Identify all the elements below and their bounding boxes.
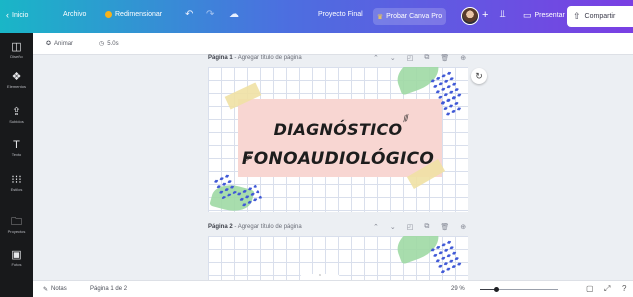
duplicate-page-icon[interactable]: ⧉ xyxy=(424,223,429,231)
share-button[interactable]: ⇧ Compartir xyxy=(567,6,633,27)
animate-label: Animar xyxy=(54,40,74,47)
chevron-down-icon[interactable]: ⌄ xyxy=(390,54,396,62)
undo-icon[interactable]: ↶ xyxy=(185,9,193,20)
zoom-slider[interactable] xyxy=(480,287,558,292)
sidebar-item-label: Estilos xyxy=(10,187,23,192)
page-number: Página 2 xyxy=(208,224,233,230)
sidebar-item-uploads[interactable]: ⇪ Subidos xyxy=(0,106,33,124)
chevron-up-icon[interactable]: ⌃ xyxy=(373,54,379,62)
sidebar-item-label: Diseño xyxy=(10,54,23,59)
design-page-2[interactable] xyxy=(208,236,468,280)
chevron-up-icon[interactable]: ⌃ xyxy=(373,223,379,231)
home-label: Inicio xyxy=(12,12,29,19)
file-menu[interactable]: Archivo xyxy=(63,11,86,18)
file-label: Archivo xyxy=(63,11,87,18)
top-bar: ‹ Inicio Archivo Redimensionar ↶ ↷ ☁ Pro… xyxy=(0,0,633,33)
page-header: Página 1 - Agregar título de página ⌃ ⌄ … xyxy=(208,54,468,65)
redo-icon[interactable]: ↷ xyxy=(206,9,214,20)
upload-icon: ⇪ xyxy=(11,106,22,118)
hide-page-icon[interactable]: ◰ xyxy=(407,223,414,231)
chevron-down-icon[interactable]: ⌄ xyxy=(390,223,396,231)
editor-toolbar: ✪ Animar ◷ 5.0s xyxy=(33,33,633,55)
clock-icon: ◷ xyxy=(99,41,105,47)
present-label: Presentar xyxy=(534,12,565,19)
notes-label: Notas xyxy=(51,286,67,292)
page-number: Página 1 xyxy=(208,55,233,61)
add-page-icon[interactable]: ⊕ xyxy=(460,54,466,62)
resize-button[interactable]: Redimensionar xyxy=(105,11,162,18)
animate-button[interactable]: ✪ Animar xyxy=(46,40,74,48)
sidebar-item-label: Proyectos xyxy=(7,229,26,234)
sidebar-item-label: Texto xyxy=(11,152,22,157)
layout-icon: ◫ xyxy=(11,41,22,53)
refresh-icon[interactable]: ↻ xyxy=(471,68,487,84)
try-pro-button[interactable]: ♛ Probar Canva Pro xyxy=(373,8,446,25)
crown-icon: ♛ xyxy=(376,13,384,21)
share-icon: ⇧ xyxy=(573,11,581,21)
shapes-icon: ❖ xyxy=(11,71,22,83)
photos-icon: ▣ xyxy=(11,249,22,261)
present-icon: ▭ xyxy=(523,10,532,20)
zoom-slider-knob[interactable] xyxy=(494,287,500,292)
help-icon[interactable]: ? xyxy=(622,284,626,293)
resize-label: Redimensionar xyxy=(115,11,163,18)
present-button[interactable]: ▭ Presentar xyxy=(523,11,565,20)
notes-icon: ✎ xyxy=(43,287,49,293)
sidebar-item-design[interactable]: ◫ Diseño xyxy=(0,41,33,59)
project-name[interactable]: Proyecto Final xyxy=(318,11,363,18)
bottom-bar: ✎ Notas Página 1 de 2 29 % ▢ ⤢ ? xyxy=(33,280,633,297)
sidebar-item-label: Fotos xyxy=(11,262,22,267)
page-tools: ⌃ ⌄ ◰ ⧉ 🗑 ⊕ xyxy=(373,54,466,62)
animate-icon: ✪ xyxy=(46,41,52,47)
page-tools: ⌃ ⌄ ◰ ⧉ 🗑 ⊕ xyxy=(373,223,466,231)
page-title[interactable]: Página 2 - Agregar título de página xyxy=(208,224,302,230)
folder-icon: 🗀 xyxy=(11,216,22,228)
sidebar-item-label: Subidos xyxy=(9,119,24,124)
fullscreen-icon[interactable]: ⤢ xyxy=(604,284,610,294)
design-title-line-1[interactable]: DIAGNÓSTICO xyxy=(208,120,468,139)
delete-page-icon[interactable]: 🗑 xyxy=(440,223,449,231)
sidebar-item-elements[interactable]: ❖ Elementos xyxy=(0,71,33,89)
zoom-level: 29 % xyxy=(451,286,465,292)
duplicate-page-icon[interactable]: ⧉ xyxy=(424,54,429,62)
duration-button[interactable]: ◷ 5.0s xyxy=(99,40,119,48)
grid-view-icon[interactable]: ▢ xyxy=(586,284,594,293)
delete-page-icon[interactable]: 🗑 xyxy=(440,54,449,62)
page-title-placeholder: - Agregar título de página xyxy=(232,55,302,61)
notes-button[interactable]: ✎ Notas xyxy=(43,286,67,293)
avatar[interactable] xyxy=(461,7,479,25)
canvas-area: Página 1 - Agregar título de página ⌃ ⌄ … xyxy=(33,54,633,280)
share-label: Compartir xyxy=(584,13,616,20)
add-page-icon[interactable]: ⊕ xyxy=(460,223,466,231)
sidebar-item-styles[interactable]: ⁝⁝⁝ Estilos xyxy=(0,174,33,192)
chevron-left-icon: ‹ xyxy=(6,10,9,20)
page-title-placeholder: - Agregar título de página xyxy=(232,224,302,230)
design-page-1[interactable]: DIAGNÓSTICO FONOAUDIOLÓGICO ⁄⁄⁄ ⁄⁄⁄ xyxy=(208,67,468,212)
left-sidebar: ◫ Diseño ❖ Elementos ⇪ Subidos T Texto ⁝… xyxy=(0,33,33,297)
hide-page-icon[interactable]: ◰ xyxy=(407,54,414,62)
sidebar-item-projects[interactable]: 🗀 Proyectos xyxy=(0,216,33,234)
page-header: Página 2 - Agregar título de página ⌃ ⌄ … xyxy=(208,223,468,234)
duration-label: 5.0s xyxy=(107,40,119,47)
add-collaborator-icon[interactable]: + xyxy=(482,9,488,21)
cloud-saved-icon[interactable]: ☁ xyxy=(229,9,239,20)
home-button[interactable]: ‹ Inicio xyxy=(6,11,28,20)
sidebar-item-photos[interactable]: ▣ Fotos xyxy=(0,249,33,267)
project-name-label: Proyecto Final xyxy=(318,11,363,18)
try-pro-label: Probar Canva Pro xyxy=(386,13,443,20)
text-icon: T xyxy=(13,139,20,151)
sidebar-item-text[interactable]: T Texto xyxy=(0,139,33,157)
crown-icon xyxy=(105,11,112,18)
sidebar-item-label: Elementos xyxy=(7,84,26,89)
styles-icon: ⁝⁝⁝ xyxy=(11,174,22,186)
page-title[interactable]: Página 1 - Agregar título de página xyxy=(208,55,302,61)
analytics-icon[interactable]: ⫫ xyxy=(500,9,506,20)
page-count: Página 1 de 2 xyxy=(90,286,128,292)
